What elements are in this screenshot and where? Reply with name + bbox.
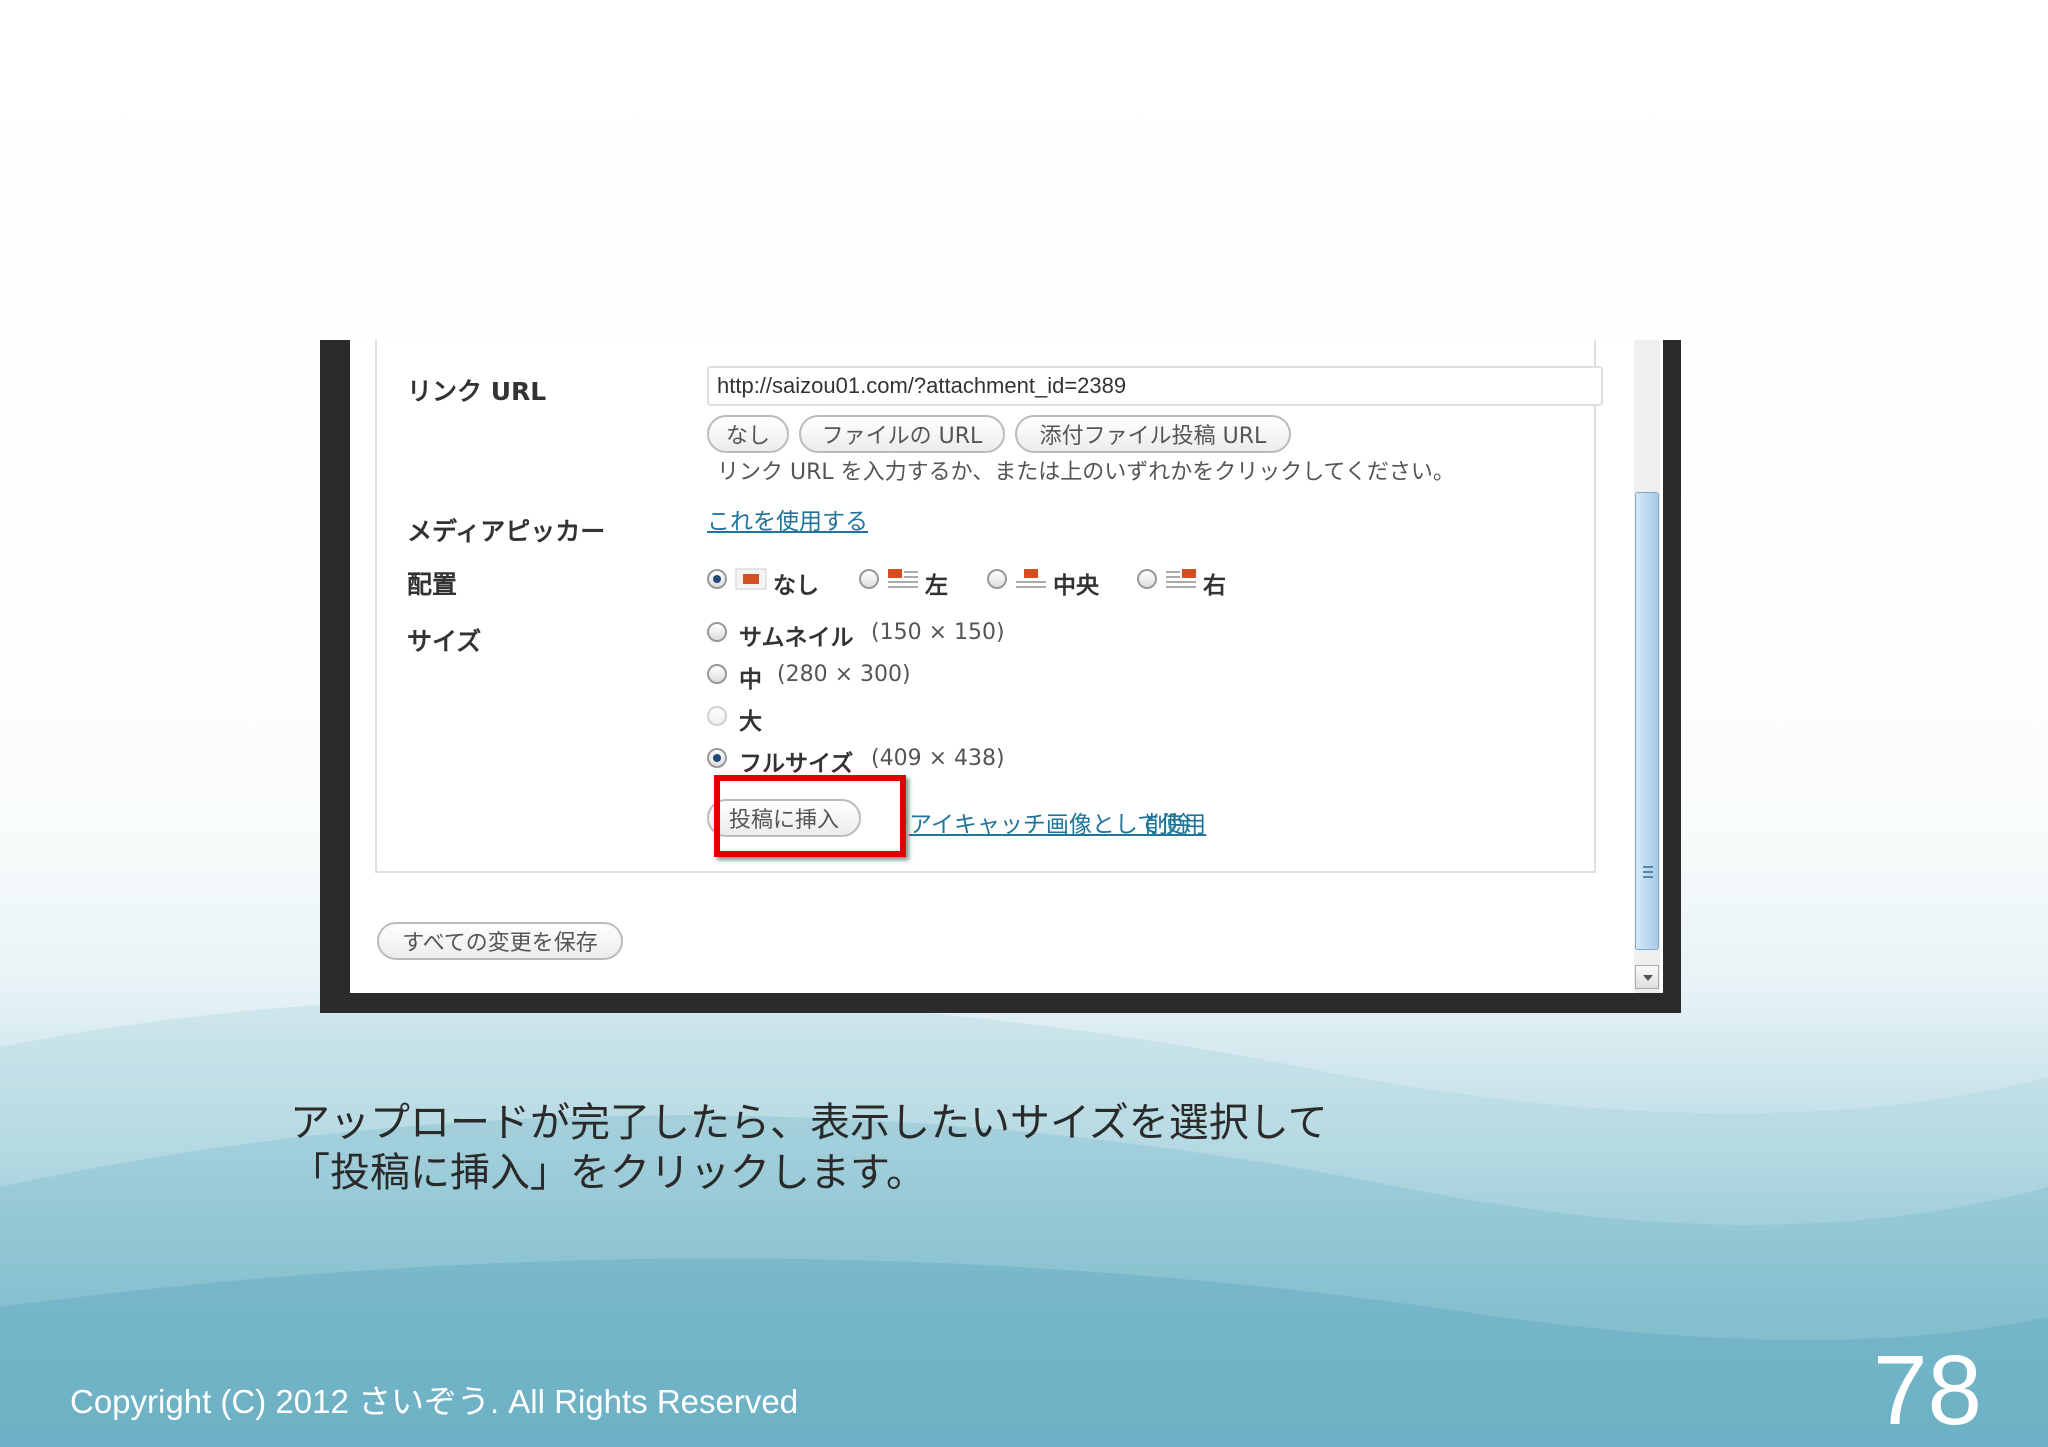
scrollbar-grip-icon — [1643, 866, 1653, 878]
align-center-icon — [1016, 569, 1046, 588]
align-center-label: 中央 — [1053, 573, 1099, 599]
attachment-form: リンク URL なし ファイルの URL 添付ファイル投稿 URL リンク UR… — [375, 340, 1603, 873]
size-full-label: フルサイズ — [739, 751, 854, 777]
size-medium-label: 中 — [739, 667, 762, 693]
delete-link[interactable]: 削除 — [1145, 805, 1191, 839]
size-large-label: 大 — [739, 709, 762, 735]
caption-line-2: 「投稿に挿入」をクリックします。 — [290, 1150, 926, 1196]
size-thumbnail-radio[interactable] — [707, 622, 727, 642]
link-url-label: リンク URL — [407, 377, 547, 406]
media-picker-label: メディアピッカー — [407, 517, 606, 546]
alignment-label: 配置 — [407, 570, 458, 599]
size-large-radio — [707, 706, 727, 726]
align-none-icon — [735, 568, 767, 590]
link-post-url-button[interactable]: 添付ファイル投稿 URL — [1015, 415, 1291, 453]
size-full-radio[interactable] — [707, 748, 727, 768]
copyright-text: Copyright (C) 2012 さいぞう. All Rights Rese… — [70, 1383, 799, 1420]
caption-line-1: アップロードが完了したら、表示したいサイズを選択して — [290, 1100, 1328, 1146]
link-url-input[interactable] — [707, 366, 1603, 406]
screenshot-frame: リンク URL なし ファイルの URL 添付ファイル投稿 URL リンク UR… — [320, 340, 1681, 1013]
align-right-icon — [1166, 569, 1196, 588]
align-none-label: なし — [773, 573, 819, 599]
size-thumbnail-label: サムネイル — [739, 625, 854, 651]
align-left-icon — [888, 569, 918, 588]
align-left-radio[interactable] — [859, 569, 879, 589]
link-file-url-button[interactable]: ファイルの URL — [799, 415, 1005, 453]
align-center-radio[interactable] — [987, 569, 1007, 589]
slide-caption: アップロードが完了したら、表示したいサイズを選択して 「投稿に挿入」をクリックし… — [290, 1098, 1328, 1198]
link-url-help-text: リンク URL を入力するか、または上のいずれかをクリックしてください。 — [717, 460, 1455, 485]
size-medium-dims: (280 × 300) — [777, 662, 911, 687]
scrollbar-thumb[interactable] — [1635, 492, 1659, 950]
insert-button-highlight — [714, 775, 906, 857]
scroll-down-arrow-icon[interactable] — [1635, 965, 1659, 989]
media-settings-panel: リンク URL なし ファイルの URL 添付ファイル投稿 URL リンク UR… — [350, 340, 1663, 993]
link-none-button[interactable]: なし — [707, 415, 789, 453]
align-left-label: 左 — [925, 573, 948, 599]
vertical-scrollbar[interactable] — [1634, 340, 1660, 993]
size-medium-radio[interactable] — [707, 664, 727, 684]
align-right-label: 右 — [1203, 573, 1226, 599]
use-this-link[interactable]: これを使用する — [707, 502, 868, 536]
size-label: サイズ — [407, 627, 482, 656]
align-right-radio[interactable] — [1137, 569, 1157, 589]
page-number: 78 — [1872, 1335, 1982, 1445]
save-all-changes-button[interactable]: すべての変更を保存 — [377, 922, 623, 960]
align-none-radio[interactable] — [707, 569, 727, 589]
size-thumbnail-dims: (150 × 150) — [871, 620, 1005, 645]
size-full-dims: (409 × 438) — [871, 746, 1005, 771]
